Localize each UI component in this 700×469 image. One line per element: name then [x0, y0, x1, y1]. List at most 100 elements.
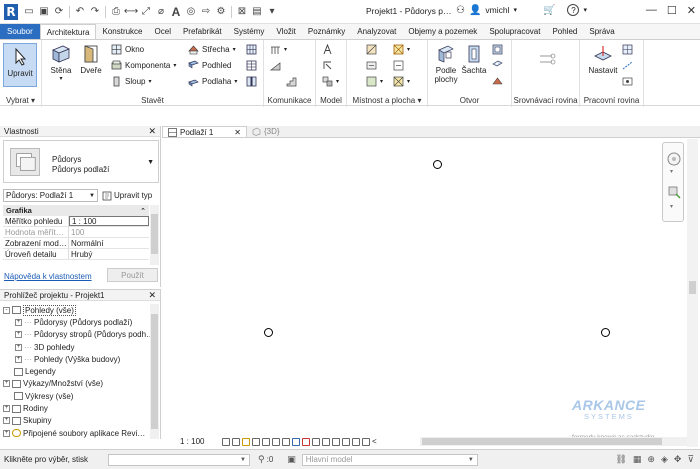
switch-windows-icon[interactable]: ▤	[251, 6, 263, 18]
tab-0[interactable]: Soubor	[0, 24, 40, 39]
expand-icon[interactable]: +	[15, 355, 22, 363]
property-value[interactable]: Normální	[69, 238, 149, 248]
tab-5[interactable]: Systémy	[228, 24, 271, 39]
model-text-button[interactable]	[322, 44, 333, 55]
modify-button[interactable]: Upravit	[3, 43, 37, 87]
column-button[interactable]: Sloup ▾	[111, 76, 151, 87]
property-row[interactable]: Zobrazení mod… Normální	[3, 238, 149, 249]
show-crop-icon[interactable]	[272, 437, 280, 446]
worksharing-display-icon[interactable]	[322, 437, 330, 446]
print-icon[interactable]: ⎙	[110, 6, 122, 18]
expand-icon[interactable]: +	[15, 343, 22, 351]
expand-icon[interactable]: +	[15, 318, 22, 326]
chevron-left-icon[interactable]: <	[372, 437, 377, 446]
railing-button[interactable]: ▾	[270, 44, 287, 55]
filter-icon[interactable]: ⚲	[258, 454, 265, 465]
expand-icon[interactable]: +	[3, 405, 10, 413]
view-tab-level1[interactable]: Podlaží 1 ✕	[162, 126, 247, 137]
ref-plane-button[interactable]	[622, 60, 633, 71]
section-icon[interactable]: ⇨	[200, 6, 212, 18]
ramp-button[interactable]	[270, 60, 281, 71]
reveal-hidden-icon[interactable]	[302, 437, 310, 446]
area-settings-button[interactable]: ▾	[393, 76, 410, 87]
browser-tree-item[interactable]: - Pohledy (vše)	[3, 304, 149, 316]
open-icon[interactable]: ▭	[23, 6, 35, 18]
dimension-icon[interactable]: ⤢	[140, 6, 152, 18]
lock-3d-icon[interactable]	[282, 437, 290, 446]
instance-selector[interactable]: Půdorys: Podlaží 1 ▼	[3, 189, 98, 202]
panel-label-select[interactable]: Vybrat ▾	[0, 96, 41, 105]
curtain-system-button[interactable]	[246, 44, 257, 55]
expand-icon[interactable]: +	[15, 331, 22, 339]
sun-path-icon[interactable]	[242, 437, 250, 446]
vertical-opening-button[interactable]	[492, 60, 503, 71]
browser-tree-item[interactable]: + ··· Pohledy (Výška budovy)	[3, 353, 149, 365]
analytical-model-icon[interactable]	[332, 437, 340, 446]
view-tab-3d[interactable]: {3D}	[247, 126, 285, 137]
area-tag-button[interactable]	[393, 60, 404, 71]
room-button[interactable]	[366, 44, 377, 55]
select-links-icon[interactable]: ⛓	[615, 454, 626, 465]
tab-4[interactable]: Prefabrikát	[177, 24, 228, 39]
tab-10[interactable]: Spolupracovat	[483, 24, 546, 39]
revit-logo-icon[interactable]: R	[4, 3, 18, 20]
select-pinned-icon[interactable]: ⊕	[647, 454, 655, 465]
curtain-grid-button[interactable]	[246, 60, 257, 71]
area-boundary-button[interactable]: ▾	[393, 44, 410, 55]
chevron-down-icon[interactable]: ▾	[583, 6, 587, 14]
tab-2[interactable]: Konstrukce	[96, 24, 148, 39]
detail-level-icon[interactable]	[222, 437, 230, 446]
browser-tree-item[interactable]: + Skupiny	[3, 415, 149, 427]
design-option-selector[interactable]: Hlavní model ▼	[301, 453, 478, 466]
show-hidden-elements-icon[interactable]	[362, 437, 370, 446]
browser-tree-item[interactable]: + Připojené soubory aplikace Revi…	[3, 427, 149, 439]
browser-tree-item[interactable]: + ··· Půdorysy stropů (Půdorys podh…	[3, 329, 154, 341]
set-workplane-button[interactable]: Nastavit	[586, 44, 620, 75]
temporary-properties-icon[interactable]	[312, 437, 320, 446]
measure-icon[interactable]: ⟷	[124, 6, 138, 18]
minimize-icon[interactable]: —	[646, 4, 657, 17]
canvas-vertical-scrollbar[interactable]	[687, 139, 698, 447]
property-row[interactable]: Měřítko pohledu 1 : 100	[3, 216, 149, 227]
room-tag-button[interactable]	[366, 60, 377, 71]
stair-button[interactable]	[286, 76, 297, 87]
thin-lines-icon[interactable]: ⚙	[215, 6, 227, 18]
tab-12[interactable]: Správa	[583, 24, 620, 39]
model-line-button[interactable]	[322, 60, 333, 71]
opening-by-face-button[interactable]: Podle plochy	[433, 44, 459, 84]
browser-tree-item[interactable]: Legendy	[3, 365, 149, 377]
property-value[interactable]: 1 : 100	[69, 216, 149, 226]
browser-scrollbar[interactable]	[150, 304, 159, 439]
area-button[interactable]: ▾	[366, 76, 383, 87]
close-icon[interactable]: ✕	[148, 290, 156, 301]
tab-7[interactable]: Poznámky	[302, 24, 351, 39]
expand-icon[interactable]: +	[3, 417, 10, 425]
properties-help-link[interactable]: Nápověda k vlastnostem	[4, 272, 92, 281]
category-graphics[interactable]: Grafika ⌃	[3, 205, 149, 216]
redo-icon[interactable]: ↷	[89, 6, 101, 18]
shadows-icon[interactable]	[252, 437, 260, 446]
elevation-marker-west-icon[interactable]	[264, 328, 273, 337]
view-scale[interactable]: 1 : 100	[162, 437, 220, 446]
crop-view-icon[interactable]	[262, 437, 270, 446]
expand-icon[interactable]: +	[3, 380, 10, 388]
maximize-icon[interactable]: ☐	[667, 4, 677, 17]
component-button[interactable]: Komponenta ▾	[111, 60, 176, 71]
select-by-face-icon[interactable]: ◈	[661, 454, 668, 465]
property-row[interactable]: Úroveň detailu Hrubý	[3, 249, 149, 260]
tab-6[interactable]: Vložit	[270, 24, 302, 39]
level-icon[interactable]	[538, 50, 556, 68]
3d-view-icon[interactable]: ◎	[185, 6, 197, 18]
roof-button[interactable]: Střecha ▾	[188, 44, 236, 55]
apply-button[interactable]: Použít	[107, 268, 158, 282]
model-group-button[interactable]: ▾	[322, 76, 339, 87]
close-icon[interactable]: ✕	[687, 4, 696, 17]
tab-8[interactable]: Analyzovat	[351, 24, 402, 39]
editable-only-icon[interactable]: ▣	[287, 454, 296, 465]
tab-3[interactable]: Ocel	[149, 24, 177, 39]
undo-icon[interactable]: ↶	[74, 6, 86, 18]
zoom-icon[interactable]	[667, 185, 681, 199]
chevron-down-icon[interactable]: ▾	[670, 168, 673, 175]
tab-1[interactable]: Architektura	[39, 24, 97, 39]
highlight-displacement-icon[interactable]	[342, 437, 350, 446]
